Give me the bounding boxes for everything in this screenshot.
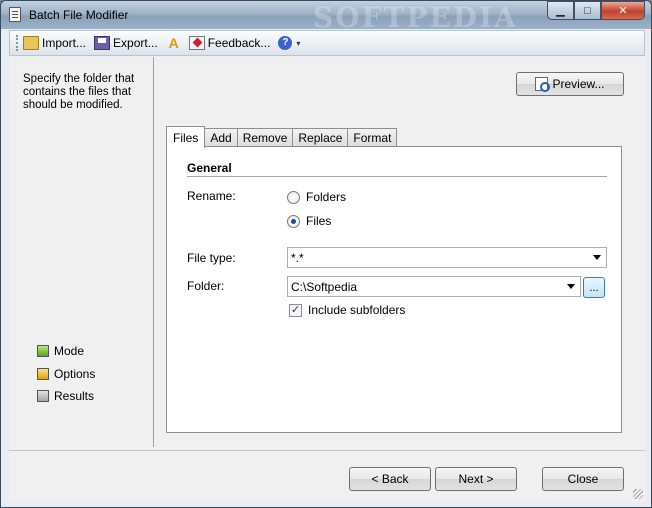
folder-label: Folder: bbox=[187, 279, 225, 293]
export-button[interactable]: Export... bbox=[94, 36, 158, 50]
tab-replace[interactable]: Replace bbox=[292, 128, 349, 147]
app-icon bbox=[9, 7, 21, 22]
status-green-icon bbox=[37, 345, 49, 358]
tab-files[interactable]: Files bbox=[166, 126, 206, 148]
file-type-value: *.* bbox=[291, 250, 304, 265]
rename-label: Rename: bbox=[187, 189, 236, 203]
status-grey-icon bbox=[37, 390, 49, 403]
browse-folder-button[interactable]: ... bbox=[583, 277, 605, 298]
preview-button[interactable]: Preview... bbox=[516, 72, 624, 96]
tab-bar: Files Add Remove Replace Format bbox=[166, 126, 398, 148]
chevron-down-icon: ▾ bbox=[296, 38, 301, 48]
wizard-sidebar: Specify the folder that contains the fil… bbox=[9, 57, 154, 447]
chevron-down-icon bbox=[593, 255, 601, 260]
export-label: Export... bbox=[113, 36, 158, 50]
minimize-button[interactable]: ▁ bbox=[547, 1, 574, 20]
chevron-down-icon bbox=[567, 284, 575, 289]
group-divider bbox=[187, 176, 607, 177]
checkbox-label: Include subfolders bbox=[308, 303, 406, 317]
tab-add[interactable]: Add bbox=[204, 128, 238, 147]
resize-grip[interactable] bbox=[633, 489, 643, 499]
feedback-button[interactable]: Feedback... bbox=[188, 36, 271, 50]
folder-open-icon bbox=[23, 36, 39, 50]
step-list: Mode Options Results bbox=[37, 340, 95, 408]
preview-label: Preview... bbox=[552, 77, 605, 91]
import-label: Import... bbox=[42, 36, 87, 50]
step-mode: Mode bbox=[37, 340, 95, 363]
toolbar-grip[interactable] bbox=[16, 35, 19, 51]
tab-remove[interactable]: Remove bbox=[236, 128, 294, 147]
maximize-button[interactable]: □ bbox=[574, 1, 601, 20]
step-label: Options bbox=[54, 366, 96, 381]
radio-label: Folders bbox=[306, 190, 347, 204]
main-content: Specify the folder that contains the fil… bbox=[9, 57, 645, 501]
radio-icon bbox=[287, 190, 300, 204]
tab-format[interactable]: Format bbox=[347, 128, 398, 147]
step-label: Mode bbox=[54, 344, 85, 359]
step-options: Options bbox=[37, 363, 95, 386]
rename-folders-radio[interactable]: Folders bbox=[287, 190, 346, 204]
toolbar: Import... Export... A Feedback... ? ▾ bbox=[9, 30, 645, 56]
feedback-label: Feedback... bbox=[207, 36, 271, 50]
radio-label: Files bbox=[306, 214, 332, 228]
feedback-icon bbox=[188, 36, 205, 50]
import-button[interactable]: Import... bbox=[23, 36, 86, 50]
next-button[interactable]: Next > bbox=[435, 467, 517, 491]
help-icon: ? bbox=[278, 36, 293, 50]
status-yellow-icon bbox=[37, 367, 49, 380]
radio-selected-icon bbox=[287, 214, 300, 228]
folder-combo[interactable]: C:\Softpedia bbox=[287, 276, 581, 297]
title-bar[interactable]: Batch File Modifier SOFTPEDIA ▁ □ ✕ bbox=[1, 1, 651, 34]
close-button[interactable]: Close bbox=[542, 467, 624, 491]
help-button[interactable]: ? ▾ bbox=[278, 36, 300, 50]
window-title: Batch File Modifier bbox=[29, 8, 129, 22]
step-description: Specify the folder that contains the fil… bbox=[23, 73, 135, 111]
file-type-label: File type: bbox=[187, 251, 236, 265]
rename-files-radio[interactable]: Files bbox=[287, 214, 331, 228]
app-window: Batch File Modifier SOFTPEDIA ▁ □ ✕ Impo… bbox=[0, 0, 652, 508]
files-tab-panel: General Rename: Folders Files File type:… bbox=[166, 146, 622, 433]
about-icon: A bbox=[168, 35, 179, 51]
footer-divider bbox=[9, 450, 645, 451]
include-subfolders-checkbox[interactable]: ✓ Include subfolders bbox=[289, 303, 405, 317]
folder-value: C:\Softpedia bbox=[291, 279, 358, 294]
close-window-button[interactable]: ✕ bbox=[601, 1, 645, 20]
save-icon bbox=[94, 36, 111, 50]
preview-icon bbox=[535, 77, 551, 92]
back-button[interactable]: < Back bbox=[349, 467, 431, 491]
group-title: General bbox=[187, 161, 232, 175]
file-type-combo[interactable]: *.* bbox=[287, 247, 607, 268]
about-button[interactable]: A bbox=[166, 36, 185, 50]
checkmark-icon: ✓ bbox=[289, 303, 302, 317]
window-controls: ▁ □ ✕ bbox=[547, 1, 645, 21]
step-label: Results bbox=[54, 389, 95, 404]
step-results: Results bbox=[37, 385, 95, 408]
